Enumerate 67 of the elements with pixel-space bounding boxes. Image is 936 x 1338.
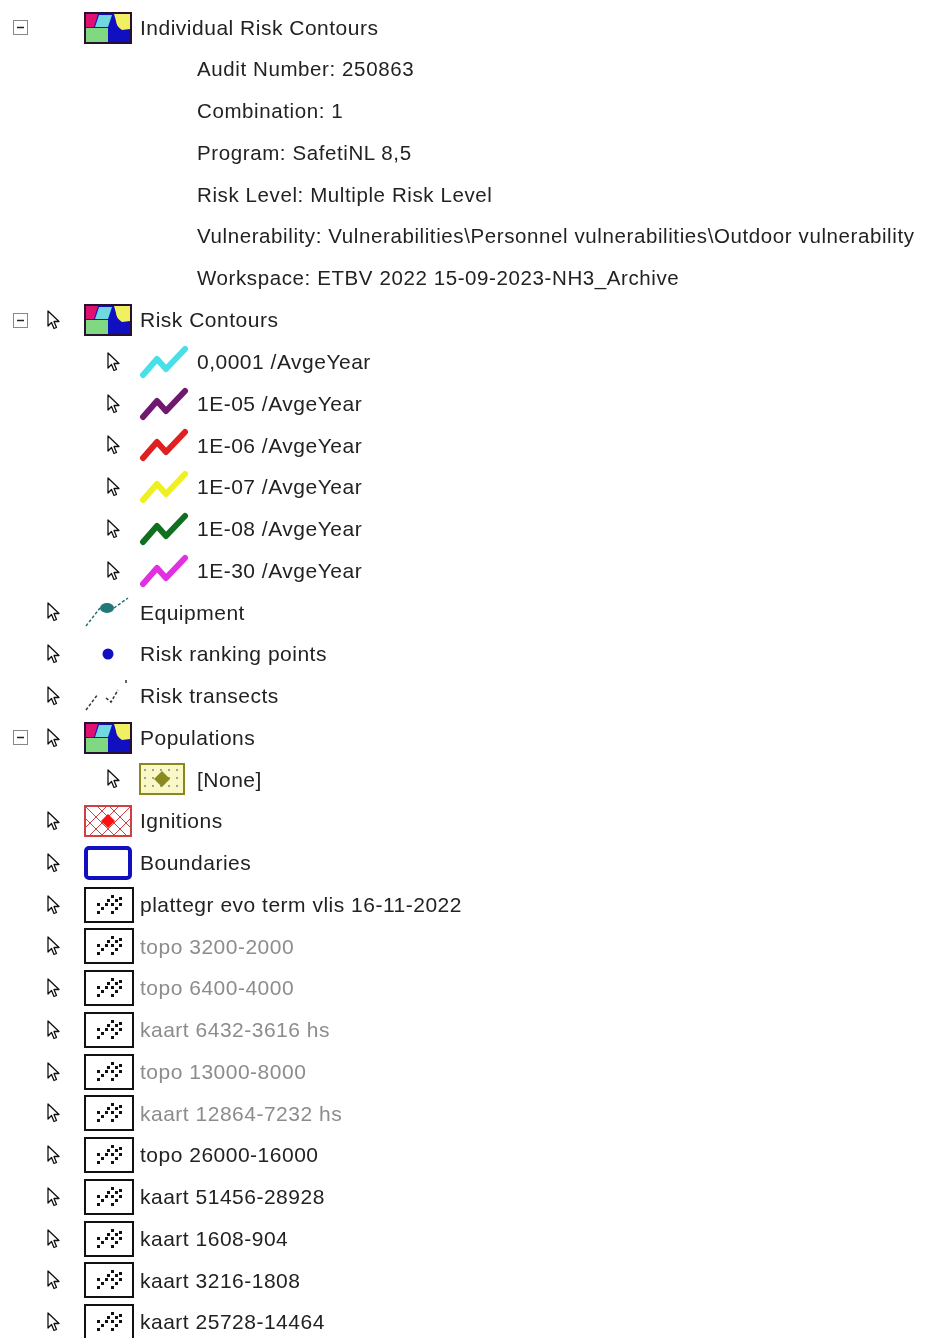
cursor-icon[interactable] [107, 518, 121, 539]
layer-label[interactable]: kaart 1608-904 [140, 1222, 289, 1255]
map-layer-icon [84, 970, 134, 1007]
map-layer-icon [84, 1220, 134, 1257]
polygon-layer-icon [84, 11, 132, 44]
layer-label[interactable]: 1E-08 /AvgeYear [197, 513, 363, 545]
cursor-icon[interactable] [47, 1312, 61, 1333]
property-text: Combination: 1 [197, 98, 344, 124]
map-layer-icon [84, 1095, 134, 1132]
cursor-icon[interactable] [47, 310, 61, 331]
map-layer-icon [84, 886, 134, 923]
map-layer-icon [84, 1011, 134, 1048]
cursor-icon[interactable] [107, 393, 121, 414]
map-layer-icon [84, 1053, 134, 1090]
cursor-icon[interactable] [107, 351, 121, 372]
layer-label[interactable]: Risk transects [140, 680, 279, 712]
polygon-layer-icon [84, 721, 132, 754]
collapse-icon[interactable] [13, 312, 28, 328]
cursor-icon[interactable] [47, 1186, 61, 1207]
layer-label[interactable]: Individual Risk Contours [140, 12, 379, 44]
layer-label[interactable]: 0,0001 /AvgeYear [197, 346, 371, 378]
layer-label[interactable]: Populations [140, 721, 256, 754]
property-text: Vulnerability: Vulnerabilities\Personnel vulnerabilities\Outdoor vulnerability [197, 223, 915, 250]
layer-label[interactable]: 1E-07 /AvgeYear [197, 471, 363, 503]
cursor-icon[interactable] [47, 1145, 61, 1166]
layer-label[interactable]: 1E-06 /AvgeYear [197, 429, 363, 462]
cursor-icon[interactable] [47, 727, 61, 748]
cursor-icon[interactable] [47, 1270, 61, 1291]
map-layer-icon [84, 1178, 134, 1215]
map-layer-icon [84, 1262, 134, 1299]
cursor-icon[interactable] [47, 602, 61, 623]
map-layer-icon [84, 1137, 134, 1174]
cursor-icon[interactable] [47, 894, 61, 915]
cursor-icon[interactable] [47, 1228, 61, 1249]
layer-label[interactable]: topo 26000-16000 [140, 1139, 319, 1171]
collapse-icon[interactable] [13, 730, 28, 746]
cursor-icon[interactable] [107, 769, 121, 790]
cursor-icon[interactable] [47, 644, 61, 665]
layer-label[interactable]: kaart 3216-1808 [140, 1264, 301, 1297]
cursor-icon[interactable] [107, 560, 121, 581]
cursor-icon[interactable] [47, 685, 61, 706]
layer-label[interactable]: 1E-30 /AvgeYear [197, 554, 363, 587]
cursor-icon[interactable] [47, 852, 61, 873]
layer-label[interactable]: Equipment [140, 596, 245, 629]
cursor-icon[interactable] [47, 811, 61, 832]
ignition-icon [84, 805, 132, 838]
map-layer-icon [84, 928, 134, 965]
cursor-icon[interactable] [107, 477, 121, 498]
layer-label[interactable]: [None] [197, 763, 262, 796]
layer-label[interactable]: kaart 51456-28928 [140, 1181, 325, 1213]
property-text: Workspace: ETBV 2022 15-09-2023-NH3_Archive [197, 265, 680, 292]
population-icon [139, 763, 185, 796]
polygon-layer-icon [84, 304, 132, 337]
layer-label[interactable]: Risk ranking points [140, 638, 327, 670]
property-text: Program: SafetiNL 8,5 [197, 139, 412, 166]
layer-label[interactable]: plattegr evo term vlis 16-11-2022 [140, 888, 462, 921]
collapse-icon[interactable] [13, 20, 28, 36]
cursor-icon[interactable] [107, 435, 121, 456]
layer-label[interactable]: 1E-05 /AvgeYear [197, 387, 363, 420]
layer-label[interactable]: Ignitions [140, 805, 223, 837]
layer-label[interactable]: Risk Contours [140, 304, 279, 336]
property-text: Audit Number: 250863 [197, 56, 415, 83]
boundary-icon [84, 845, 132, 880]
point-icon [102, 648, 114, 661]
layer-label[interactable]: Boundaries [140, 847, 252, 879]
layer-label[interactable]: kaart 25728-14464 [140, 1306, 325, 1338]
property-text: Risk Level: Multiple Risk Level [197, 181, 493, 208]
